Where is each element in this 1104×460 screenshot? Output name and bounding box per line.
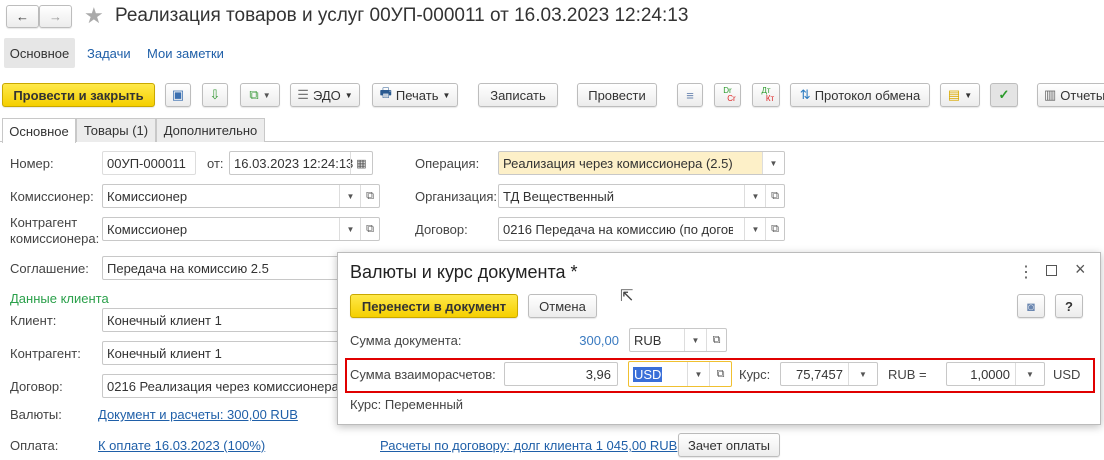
cp-commissioner-label-1: Контрагент: [10, 215, 78, 230]
rub-equals-label: RUB =: [888, 367, 927, 382]
post-doc-icon[interactable]: ⇩: [202, 83, 228, 107]
settings-icon[interactable]: ◙: [1017, 294, 1045, 318]
forward-button[interactable]: →: [39, 5, 72, 28]
calendar-icon[interactable]: ▦: [350, 152, 372, 174]
chevron-down-icon[interactable]: ▼: [339, 185, 361, 207]
settle-sum-label: Сумма взаиморасчетов:: [350, 367, 496, 382]
contract-label: Договор:: [10, 379, 63, 394]
chevron-down-icon[interactable]: ▼: [848, 363, 877, 385]
payment-label: Оплата:: [10, 438, 59, 453]
date-label: от:: [207, 156, 224, 171]
usd-label: USD: [1053, 367, 1081, 382]
nav-notes[interactable]: Мои заметки: [147, 46, 224, 61]
document-clock-icon: ▤: [947, 87, 961, 102]
rate-label: Курс:: [739, 367, 771, 382]
client-section-title: Данные клиента: [10, 291, 109, 306]
open-icon[interactable]: ⧉: [360, 218, 379, 240]
help-button[interactable]: ?: [1055, 294, 1083, 318]
payment-link[interactable]: К оплате 16.03.2023 (100%): [98, 438, 265, 453]
transfer-to-document-button[interactable]: Перенести в документ: [350, 294, 518, 318]
star-icon[interactable]: ★: [84, 3, 104, 29]
open-icon[interactable]: ⧉: [765, 218, 784, 240]
page-title: Реализация товаров и услуг 00УП-000011 о…: [115, 5, 689, 26]
doc-sum-value: 300,00: [579, 333, 619, 348]
open-icon[interactable]: ⧉: [706, 329, 726, 351]
operation-field[interactable]: Реализация через комиссионера (2.5) ▼: [498, 151, 785, 175]
org-field[interactable]: ТД Вещественный ▼ ⧉: [498, 184, 785, 208]
tab-goods[interactable]: Товары (1): [76, 118, 156, 142]
print-button[interactable]: 🖶 Печать ▼: [372, 83, 458, 107]
save-icon[interactable]: ▣: [165, 83, 191, 107]
reports-button[interactable]: ▥ Отчеты: [1037, 83, 1104, 107]
open-icon[interactable]: ⧉: [709, 362, 731, 386]
contract2-label: Договор:: [415, 222, 468, 237]
close-icon[interactable]: ×: [1075, 259, 1086, 280]
maximize-icon[interactable]: [1046, 265, 1057, 276]
exchange-log-button[interactable]: ⇅ Протокол обмена: [790, 83, 930, 107]
cancel-button[interactable]: Отмена: [528, 294, 597, 318]
commissioner-field[interactable]: Комиссионер ▼ ⧉: [102, 184, 380, 208]
edo-button[interactable]: ☰ ЭДО ▼: [290, 83, 360, 107]
settle-sum-field[interactable]: 3,96: [504, 362, 618, 386]
nav-main[interactable]: Основное: [4, 38, 75, 68]
printer-icon: 🖶: [379, 85, 392, 100]
cp-commissioner-label-2: комиссионера:: [10, 231, 100, 246]
nav-tasks[interactable]: Задачи: [87, 46, 131, 61]
report-icon: ▥: [1044, 87, 1057, 102]
create-based-on-button[interactable]: ⧉ ▼: [240, 83, 280, 107]
list-icon[interactable]: ≡: [677, 83, 703, 107]
date-field[interactable]: 16.03.2023 12:24:13 ▦: [229, 151, 373, 175]
multiplier-field[interactable]: 1,0000 ▼: [946, 362, 1045, 386]
doc-sum-label: Сумма документа:: [350, 333, 462, 348]
chevron-down-icon[interactable]: ▼: [762, 152, 784, 174]
client-label: Клиент:: [10, 313, 57, 328]
chevron-down-icon[interactable]: ▼: [744, 218, 766, 240]
chevron-down-icon[interactable]: ▼: [687, 362, 709, 386]
open-icon[interactable]: ⧉: [360, 185, 379, 207]
open-icon[interactable]: ⧉: [765, 185, 784, 207]
number-field[interactable]: 00УП-000011: [102, 151, 196, 175]
tab-main[interactable]: Основное: [2, 118, 76, 143]
save-button[interactable]: Записать: [478, 83, 558, 107]
attachments-button[interactable]: ▤ ▼: [940, 83, 980, 107]
more-icon[interactable]: ⋮: [1018, 262, 1034, 282]
tab-additional[interactable]: Дополнительно: [156, 118, 265, 142]
currency-link[interactable]: Документ и расчеты: 300,00 RUB: [98, 407, 298, 422]
currency-label: Валюты:: [10, 407, 62, 422]
chevron-down-icon[interactable]: ▼: [1015, 363, 1044, 385]
contract2-field[interactable]: 0216 Передача на комиссию (по договора ▼ ⧉: [498, 217, 785, 241]
mouse-cursor-icon: ⇱: [620, 288, 634, 305]
chevron-down-icon[interactable]: ▼: [339, 218, 361, 240]
agreement-label: Соглашение:: [10, 261, 89, 276]
doc-currency-select[interactable]: RUB ▼ ⧉: [629, 328, 727, 352]
currency-dialog: Валюты и курс документа * ⋮ × Перенести …: [337, 252, 1101, 425]
settle-currency-select[interactable]: USD ▼ ⧉: [628, 361, 732, 387]
dialog-title: Валюты и курс документа *: [350, 262, 578, 282]
org-label: Организация:: [415, 189, 498, 204]
chevron-down-icon[interactable]: ▼: [744, 185, 766, 207]
offset-payment-button[interactable]: Зачет оплаты: [678, 433, 780, 457]
cp-commissioner-field[interactable]: Комиссионер ▼ ⧉: [102, 217, 380, 241]
number-label: Номер:: [10, 156, 54, 171]
post-button[interactable]: Провести: [577, 83, 657, 107]
commissioner-label: Комиссионер:: [10, 189, 94, 204]
edo-icon: ☰: [297, 87, 309, 102]
rate-type-label: Курс: Переменный: [350, 397, 464, 412]
check-button[interactable]: ✓: [990, 83, 1018, 107]
back-button[interactable]: ←: [6, 5, 39, 28]
operation-label: Операция:: [415, 156, 480, 171]
exchange-arrows-icon: ⇅: [799, 87, 811, 102]
chevron-down-icon[interactable]: ▼: [684, 329, 706, 351]
post-and-close-button[interactable]: Провести и закрыть: [2, 83, 155, 107]
rate-field[interactable]: 75,7457 ▼: [780, 362, 878, 386]
counterparty-label: Контрагент:: [10, 346, 81, 361]
dt-kt-icon[interactable]: Дт Кт: [752, 83, 780, 107]
dr-cr-icon[interactable]: Dr Cr: [714, 83, 741, 107]
settlements-link[interactable]: Расчеты по договору: долг клиента 1 045,…: [380, 438, 677, 453]
